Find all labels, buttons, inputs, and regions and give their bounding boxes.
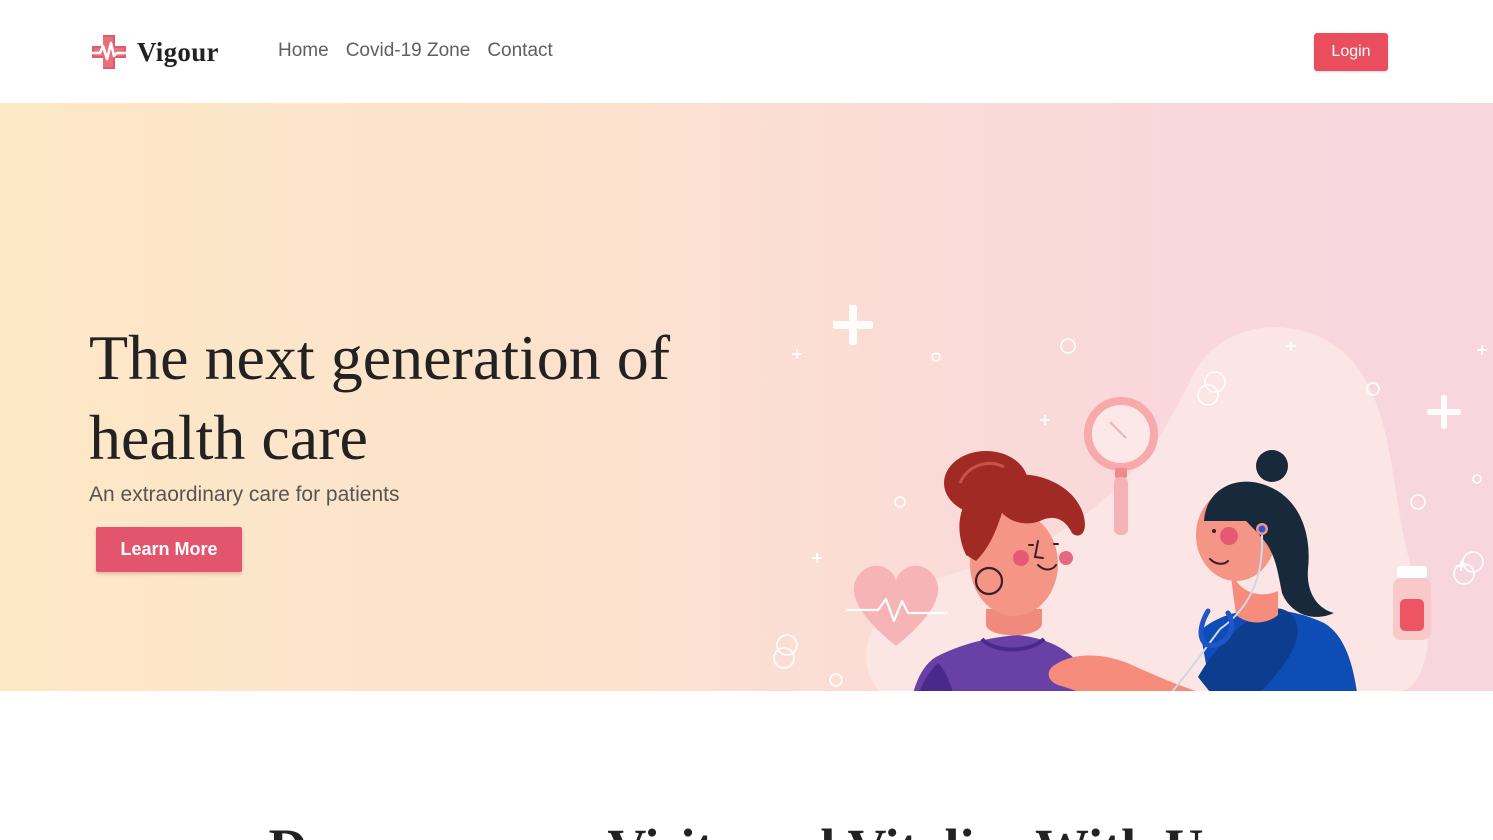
nav-link-contact[interactable]: Contact xyxy=(487,40,552,62)
hero-section: The next generation of health care An ex… xyxy=(0,103,1493,691)
learn-more-button[interactable]: Learn More xyxy=(96,527,242,572)
hero-subtitle: An extraordinary care for patients xyxy=(89,483,400,506)
nav-link-covid-19-zone[interactable]: Covid-19 Zone xyxy=(346,40,471,62)
brand-name: Vigour xyxy=(137,36,219,67)
site-header: Vigour Home Covid-19 Zone Contact Login xyxy=(0,0,1493,103)
login-button[interactable]: Login xyxy=(1314,33,1388,71)
nav-link-home[interactable]: Home xyxy=(278,40,329,62)
main-nav: Home Covid-19 Zone Contact xyxy=(278,40,570,62)
hero-title: The next generation of health care xyxy=(89,322,671,473)
section-heading: Decrease your Visits and Vitalize With U… xyxy=(0,818,1493,840)
medical-cross-pulse-icon xyxy=(89,35,129,69)
doctor-patient-illustration xyxy=(773,305,1487,691)
brand-logo-link[interactable]: Vigour xyxy=(89,32,219,72)
medicine-bottle-icon xyxy=(1393,566,1431,640)
